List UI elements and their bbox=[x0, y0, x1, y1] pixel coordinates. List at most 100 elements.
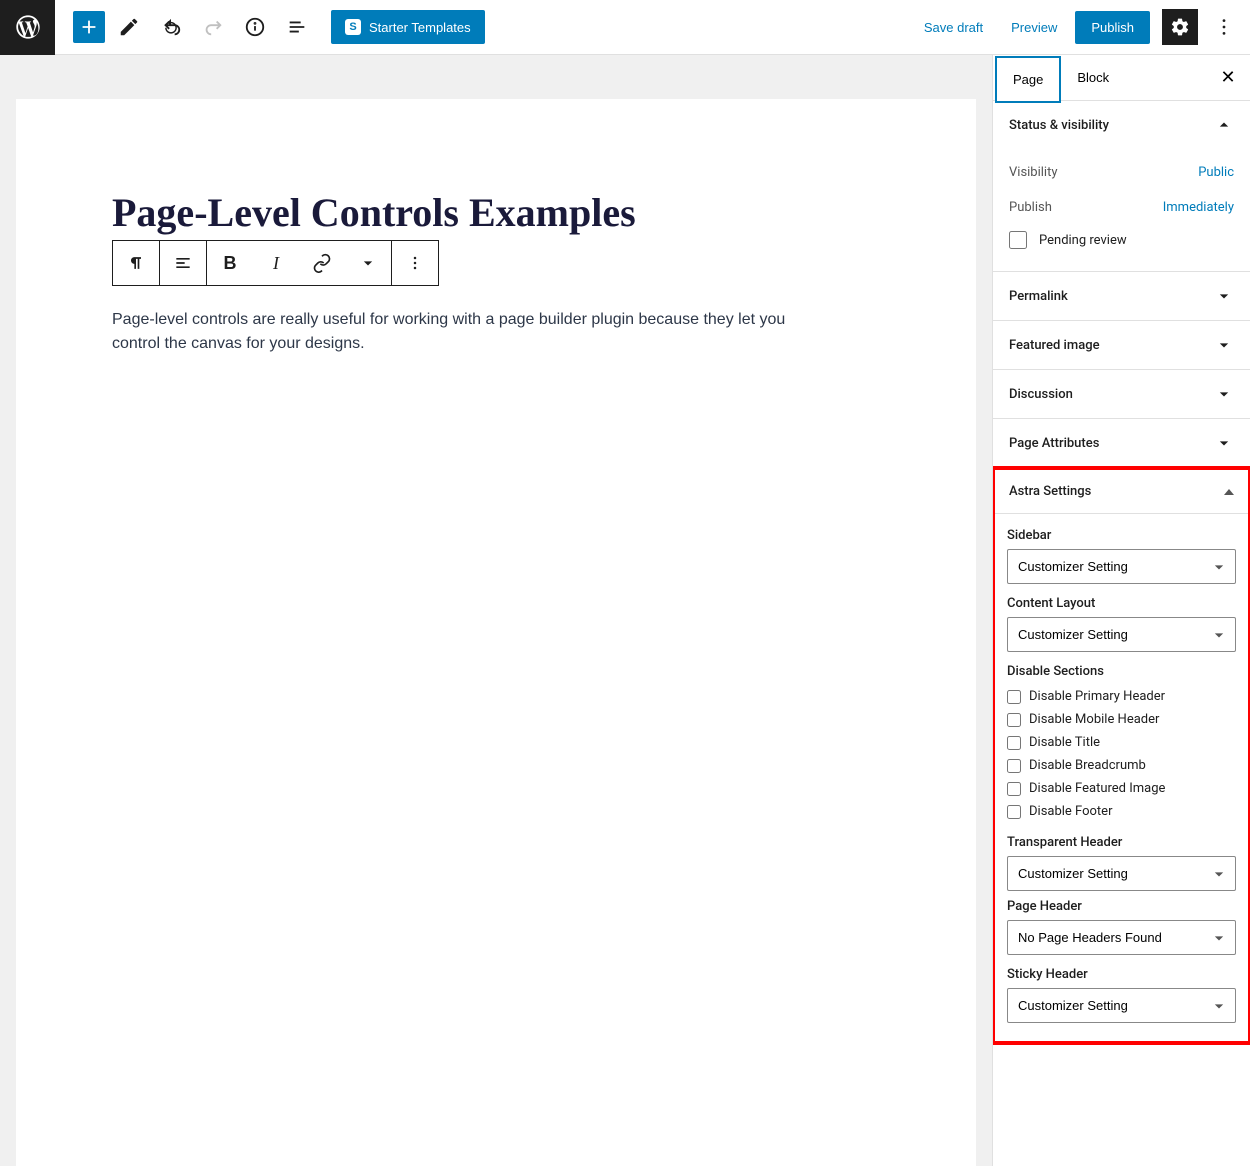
more-vertical-icon bbox=[1213, 16, 1235, 38]
disable-featured-image-row: Disable Featured Image bbox=[1007, 777, 1236, 800]
info-button[interactable] bbox=[237, 9, 273, 45]
disable-mobile-header-row: Disable Mobile Header bbox=[1007, 708, 1236, 731]
page-title[interactable]: Page-Level Controls Examples bbox=[112, 189, 896, 236]
chevron-down-icon bbox=[1214, 384, 1234, 404]
disable-featured-image-checkbox[interactable] bbox=[1007, 782, 1021, 796]
disable-mobile-header-label: Disable Mobile Header bbox=[1029, 712, 1159, 727]
add-block-button[interactable] bbox=[73, 11, 105, 43]
block-toolbar: B I bbox=[112, 240, 439, 286]
disable-footer-label: Disable Footer bbox=[1029, 804, 1112, 819]
disable-primary-header-checkbox[interactable] bbox=[1007, 690, 1021, 704]
panel-featured-image-header[interactable]: Featured image bbox=[993, 321, 1250, 369]
panel-discussion-header[interactable]: Discussion bbox=[993, 370, 1250, 418]
panel-status-title: Status & visibility bbox=[1009, 118, 1109, 133]
redo-button[interactable] bbox=[195, 9, 231, 45]
pending-review-checkbox[interactable] bbox=[1009, 231, 1027, 249]
panel-featured-image: Featured image bbox=[993, 321, 1250, 370]
undo-button[interactable] bbox=[153, 9, 189, 45]
toolbar-left: S Starter Templates bbox=[73, 9, 485, 45]
pending-review-row: Pending review bbox=[1009, 225, 1234, 255]
starter-templates-label: Starter Templates bbox=[369, 20, 471, 35]
tab-page[interactable]: Page bbox=[995, 56, 1061, 103]
italic-button[interactable]: I bbox=[253, 241, 299, 285]
options-button[interactable] bbox=[1206, 9, 1242, 45]
panel-page-attributes-header[interactable]: Page Attributes bbox=[993, 419, 1250, 467]
astra-content-layout-label: Content Layout bbox=[1007, 596, 1236, 611]
chevron-up-icon bbox=[1214, 115, 1234, 135]
astra-transparent-header-label: Transparent Header bbox=[1007, 835, 1236, 850]
astra-sticky-header-label: Sticky Header bbox=[1007, 967, 1236, 982]
save-draft-button[interactable]: Save draft bbox=[914, 12, 993, 43]
undo-icon bbox=[160, 16, 182, 38]
disable-breadcrumb-row: Disable Breadcrumb bbox=[1007, 754, 1236, 777]
tab-block[interactable]: Block bbox=[1061, 56, 1125, 99]
panel-featured-image-title: Featured image bbox=[1009, 338, 1100, 353]
disable-primary-header-label: Disable Primary Header bbox=[1029, 689, 1165, 704]
list-icon bbox=[286, 16, 308, 38]
disable-title-row: Disable Title bbox=[1007, 731, 1236, 754]
link-button[interactable] bbox=[299, 241, 345, 285]
align-icon bbox=[173, 253, 193, 273]
panel-permalink: Permalink bbox=[993, 272, 1250, 321]
astra-sidebar-select[interactable]: Customizer Setting bbox=[1007, 549, 1236, 584]
more-formatting-button[interactable] bbox=[345, 241, 391, 285]
visibility-value[interactable]: Public bbox=[1198, 165, 1234, 180]
close-sidebar-button[interactable]: ✕ bbox=[1214, 67, 1250, 88]
visibility-label: Visibility bbox=[1009, 165, 1058, 180]
wordpress-logo[interactable] bbox=[0, 0, 55, 55]
panel-status-visibility: Status & visibility Visibility Public Pu… bbox=[993, 101, 1250, 272]
astra-sidebar-label: Sidebar bbox=[1007, 528, 1236, 543]
panel-discussion: Discussion bbox=[993, 370, 1250, 419]
astra-body: Sidebar Customizer Setting Content Layou… bbox=[995, 514, 1248, 1041]
starter-icon: S bbox=[345, 19, 361, 35]
astra-sticky-header-select[interactable]: Customizer Setting bbox=[1007, 988, 1236, 1023]
disable-title-label: Disable Title bbox=[1029, 735, 1100, 750]
block-type-button[interactable] bbox=[113, 241, 159, 285]
panel-status-header[interactable]: Status & visibility bbox=[993, 101, 1250, 149]
chevron-down-icon bbox=[1214, 433, 1234, 453]
paragraph-block[interactable]: Page-level controls are really useful fo… bbox=[112, 308, 792, 356]
starter-templates-button[interactable]: S Starter Templates bbox=[331, 10, 485, 44]
panel-page-attributes-title: Page Attributes bbox=[1009, 436, 1099, 451]
astra-title: Astra Settings bbox=[1009, 484, 1091, 499]
panel-permalink-header[interactable]: Permalink bbox=[993, 272, 1250, 320]
astra-content-layout-select[interactable]: Customizer Setting bbox=[1007, 617, 1236, 652]
visibility-row: Visibility Public bbox=[1009, 155, 1234, 190]
panel-permalink-title: Permalink bbox=[1009, 289, 1068, 304]
disable-mobile-header-checkbox[interactable] bbox=[1007, 713, 1021, 727]
disable-featured-image-label: Disable Featured Image bbox=[1029, 781, 1165, 796]
publish-button[interactable]: Publish bbox=[1075, 11, 1150, 44]
astra-page-header-select[interactable]: No Page Headers Found bbox=[1007, 920, 1236, 955]
chevron-down-icon bbox=[1214, 335, 1234, 355]
publish-value[interactable]: Immediately bbox=[1163, 200, 1234, 215]
canvas-area: Page-Level Controls Examples B I bbox=[0, 55, 992, 1166]
astra-header[interactable]: Astra Settings bbox=[995, 470, 1248, 514]
astra-transparent-header-select[interactable]: Customizer Setting bbox=[1007, 856, 1236, 891]
disable-footer-checkbox[interactable] bbox=[1007, 805, 1021, 819]
redo-icon bbox=[202, 16, 224, 38]
disable-title-checkbox[interactable] bbox=[1007, 736, 1021, 750]
settings-button[interactable] bbox=[1162, 9, 1198, 45]
settings-sidebar: Page Block ✕ Status & visibility Visibil… bbox=[992, 55, 1250, 1166]
publish-row: Publish Immediately bbox=[1009, 190, 1234, 225]
astra-settings-panel: Astra Settings Sidebar Customizer Settin… bbox=[992, 466, 1250, 1045]
panel-page-attributes: Page Attributes bbox=[993, 419, 1250, 468]
astra-disable-sections-group: Disable Primary Header Disable Mobile He… bbox=[1007, 685, 1236, 823]
disable-primary-header-row: Disable Primary Header bbox=[1007, 685, 1236, 708]
plus-icon bbox=[78, 16, 100, 38]
list-view-button[interactable] bbox=[279, 9, 315, 45]
pencil-icon bbox=[118, 16, 140, 38]
block-options-button[interactable] bbox=[392, 241, 438, 285]
chevron-down-icon bbox=[358, 253, 378, 273]
preview-button[interactable]: Preview bbox=[1001, 12, 1067, 43]
pending-review-label: Pending review bbox=[1039, 233, 1127, 248]
top-toolbar: S Starter Templates Save draft Preview P… bbox=[0, 0, 1250, 55]
align-button[interactable] bbox=[160, 241, 206, 285]
chevron-down-icon bbox=[1214, 286, 1234, 306]
editor-canvas[interactable]: Page-Level Controls Examples B I bbox=[16, 99, 976, 1166]
disable-breadcrumb-label: Disable Breadcrumb bbox=[1029, 758, 1146, 773]
bold-button[interactable]: B bbox=[207, 241, 253, 285]
edit-mode-button[interactable] bbox=[111, 9, 147, 45]
main-layout: Page-Level Controls Examples B I bbox=[0, 55, 1250, 1166]
disable-breadcrumb-checkbox[interactable] bbox=[1007, 759, 1021, 773]
